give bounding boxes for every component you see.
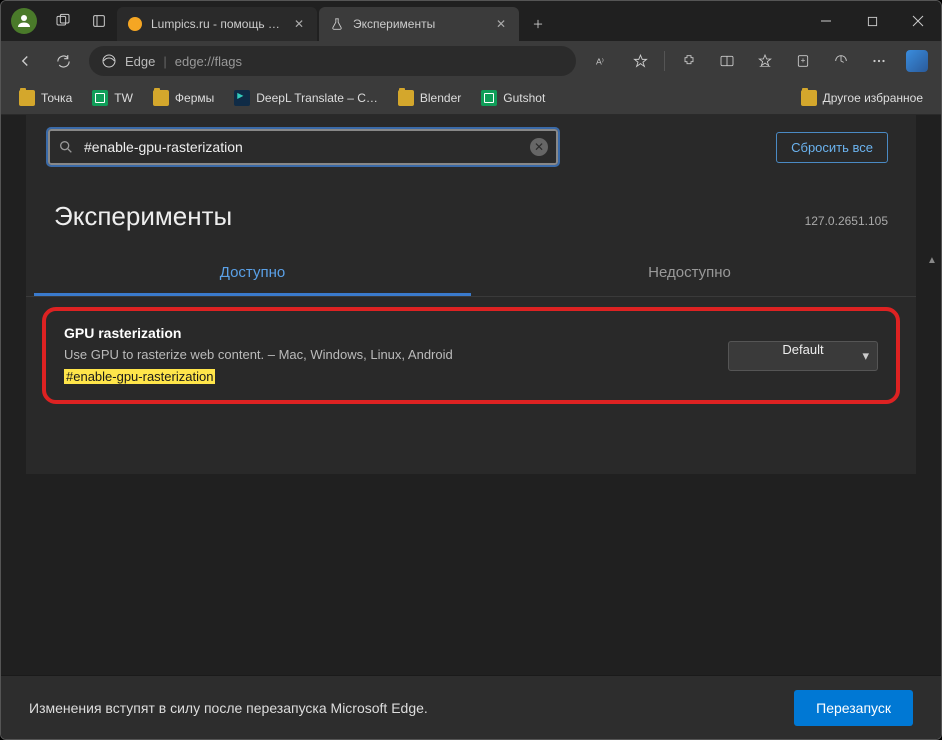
version-text: 127.0.2651.105	[805, 214, 888, 228]
bookmark-tw[interactable]: TW	[84, 84, 141, 112]
flag-gpu-rasterization: GPU rasterization Use GPU to rasterize w…	[42, 307, 900, 404]
bookmark-blender[interactable]: Blender	[390, 84, 469, 112]
page-content: ✕ Сбросить все Эксперименты 127.0.2651.1…	[1, 115, 941, 739]
svg-text:A⁾: A⁾	[596, 56, 604, 66]
flask-favicon-icon	[329, 16, 345, 32]
sheets-icon	[481, 90, 497, 106]
close-tab-icon[interactable]: ✕	[493, 16, 509, 32]
titlebar: Lumpics.ru - помощь с компью… ✕ Эксперим…	[1, 1, 941, 41]
favorite-icon[interactable]	[622, 45, 658, 77]
bookmark-deepl[interactable]: DeepL Translate – С…	[226, 84, 386, 112]
copilot-icon	[906, 50, 928, 72]
refresh-button[interactable]	[45, 45, 81, 77]
maximize-button[interactable]	[849, 1, 895, 41]
tab-strip: Lumpics.ru - помощь с компью… ✕ Эксперим…	[117, 1, 803, 41]
tab-lumpics[interactable]: Lumpics.ru - помощь с компью… ✕	[117, 7, 317, 41]
profile-avatar[interactable]	[11, 8, 37, 34]
restart-message: Изменения вступят в силу после перезапус…	[29, 700, 794, 716]
edge-logo-icon	[101, 53, 117, 69]
reset-all-button[interactable]: Сбросить все	[776, 132, 888, 163]
read-aloud-icon[interactable]: A⁾	[584, 45, 620, 77]
tab-available[interactable]: Доступно	[34, 252, 471, 296]
bookmark-tochka[interactable]: Точка	[11, 84, 80, 112]
more-menu-icon[interactable]	[861, 45, 897, 77]
search-row: ✕ Сбросить все	[26, 115, 916, 183]
tab-experiments[interactable]: Эксперименты ✕	[319, 7, 519, 41]
close-tab-icon[interactable]: ✕	[291, 16, 307, 32]
other-bookmarks[interactable]: Другое избранное	[793, 84, 931, 112]
address-bar[interactable]: Edge | edge://flags	[89, 46, 576, 76]
minimize-button[interactable]	[803, 1, 849, 41]
performance-icon[interactable]	[823, 45, 859, 77]
flag-description: Use GPU to rasterize web content. – Mac,…	[64, 347, 728, 362]
flag-hash: #enable-gpu-rasterization	[64, 369, 215, 384]
restart-footer: Изменения вступят в силу после перезапус…	[1, 675, 941, 739]
search-field[interactable]	[84, 139, 520, 155]
close-window-button[interactable]	[895, 1, 941, 41]
browser-name: Edge	[125, 54, 155, 69]
separator: |	[163, 54, 166, 69]
back-button[interactable]	[7, 45, 43, 77]
copilot-button[interactable]	[899, 45, 935, 77]
flag-title: GPU rasterization	[64, 325, 728, 341]
flags-search-input[interactable]	[48, 129, 558, 165]
lumpics-favicon-icon	[127, 16, 143, 32]
browser-window: Lumpics.ru - помощь с компью… ✕ Эксперим…	[0, 0, 942, 740]
divider	[664, 51, 665, 71]
bookmark-gutshot[interactable]: Gutshot	[473, 84, 553, 112]
collections-icon[interactable]	[785, 45, 821, 77]
tab-label: Эксперименты	[353, 17, 487, 31]
favorites-list-icon[interactable]	[747, 45, 783, 77]
search-icon	[58, 139, 74, 155]
bookmarks-bar: Точка TW Фермы DeepL Translate – С… Blen…	[1, 81, 941, 115]
extensions-icon[interactable]	[671, 45, 707, 77]
url-text: edge://flags	[175, 54, 242, 69]
flags-tabs: Доступно Недоступно	[26, 252, 916, 297]
bookmark-fermy[interactable]: Фермы	[145, 84, 222, 112]
folder-icon	[801, 90, 817, 106]
toolbar: Edge | edge://flags A⁾	[1, 41, 941, 81]
folder-icon	[19, 90, 35, 106]
clear-search-icon[interactable]: ✕	[530, 138, 548, 156]
deepl-icon	[234, 90, 250, 106]
tab-actions-icon[interactable]	[81, 3, 117, 39]
split-screen-icon[interactable]	[709, 45, 745, 77]
page-title: Эксперименты	[54, 201, 805, 232]
tab-label: Lumpics.ru - помощь с компью…	[151, 17, 285, 31]
new-tab-button[interactable]	[521, 7, 555, 41]
sheets-icon	[92, 90, 108, 106]
window-controls	[803, 1, 941, 41]
tab-unavailable[interactable]: Недоступно	[471, 252, 908, 296]
flag-state-select[interactable]: Default	[728, 341, 878, 371]
folder-icon	[153, 90, 169, 106]
restart-button[interactable]: Перезапуск	[794, 690, 913, 726]
empty-area	[42, 404, 900, 474]
workspaces-icon[interactable]	[45, 3, 81, 39]
scroll-up-icon[interactable]: ▲	[925, 255, 939, 269]
folder-icon	[398, 90, 414, 106]
